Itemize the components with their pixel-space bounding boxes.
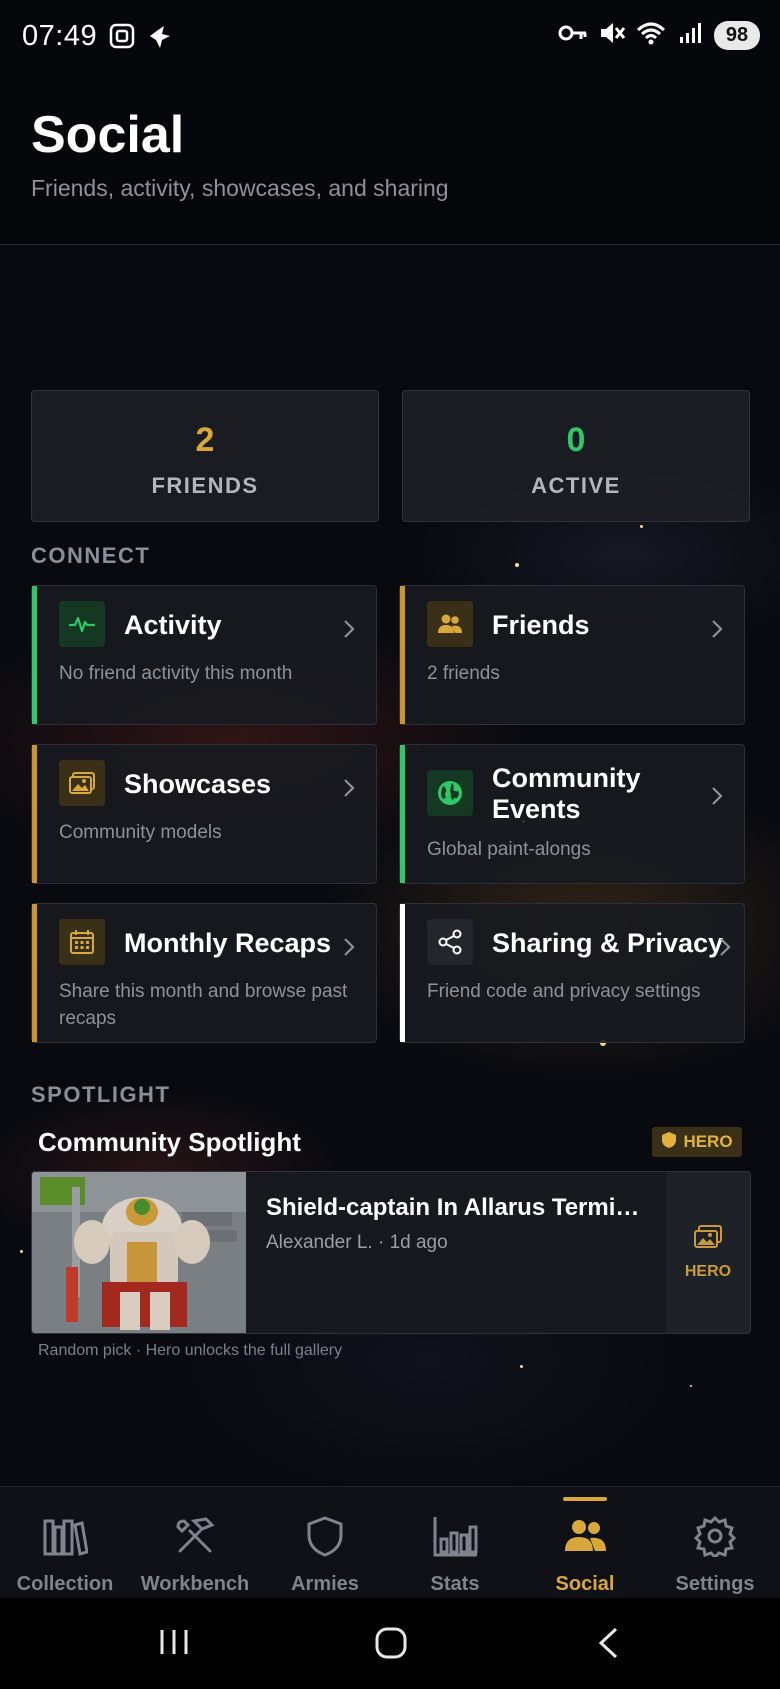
showcases-title: Showcases	[124, 769, 272, 799]
community-events-subtitle: Global paint-alongs	[427, 839, 591, 860]
community-events-title: Community Events	[492, 763, 641, 824]
active-stat-card[interactable]: 0 ACTIVE	[402, 390, 750, 522]
connect-section-label: CONNECT	[31, 543, 151, 568]
chevron-right-icon	[342, 936, 356, 963]
friends-icon	[427, 601, 473, 647]
nav-collection[interactable]: Collection	[0, 1487, 130, 1599]
community-events-card[interactable]: Community Events Global paint-alongs	[399, 744, 745, 884]
status-bar: 07:49 98	[0, 0, 780, 72]
mute-icon	[598, 20, 626, 51]
nav-workbench[interactable]: Workbench	[130, 1487, 260, 1599]
monthly-recaps-title: Monthly Recaps	[124, 928, 332, 958]
sharing-privacy-title: Sharing & Privacy	[492, 928, 724, 958]
sharing-privacy-card[interactable]: Sharing & Privacy Friend code and privac…	[399, 903, 745, 1043]
sharing-privacy-subtitle: Friend code and privacy settings	[427, 981, 701, 1002]
calendar-icon	[59, 919, 105, 965]
chevron-right-icon	[710, 618, 724, 645]
hero-badge: HERO	[652, 1127, 742, 1157]
hero-label: HERO	[684, 1263, 732, 1280]
active-stat-label: ACTIVE	[531, 473, 621, 498]
vpn-key-icon	[558, 22, 588, 49]
friends-count: 2	[195, 421, 215, 459]
nav-social[interactable]: Social	[520, 1487, 650, 1599]
gallery-icon	[693, 1224, 723, 1255]
shield-icon	[260, 1515, 390, 1557]
spotlight-item-meta: Alexander L. · 1d ago	[266, 1232, 448, 1253]
recent-apps-button[interactable]	[158, 1626, 190, 1663]
signal-icon	[678, 21, 704, 50]
wifi-icon	[636, 20, 668, 51]
monthly-recaps-card[interactable]: Monthly Recaps Share this month and brow…	[31, 903, 377, 1043]
friends-title: Friends	[492, 610, 590, 640]
showcases-card[interactable]: Showcases Community models	[31, 744, 377, 884]
friends-stat-label: FRIENDS	[151, 473, 259, 498]
activity-pulse-icon	[59, 601, 105, 647]
spotlight-note: Random pick · Hero unlocks the full gall…	[38, 1342, 343, 1359]
globe-icon	[427, 770, 473, 816]
active-tab-indicator	[563, 1497, 607, 1501]
people-icon	[520, 1515, 650, 1557]
nav-stats[interactable]: Stats	[390, 1487, 520, 1599]
hero-gallery-button[interactable]: HERO	[666, 1172, 750, 1333]
system-navigation-bar	[0, 1598, 780, 1689]
nav-armies[interactable]: Armies	[260, 1487, 390, 1599]
shield-icon	[661, 1131, 677, 1154]
spotlight-model-photo[interactable]	[32, 1172, 246, 1333]
nav-settings[interactable]: Settings	[650, 1487, 780, 1599]
spotlight-item-name[interactable]: Shield-captain In Allarus Termin...	[266, 1194, 646, 1222]
showcases-subtitle: Community models	[59, 822, 222, 843]
gear-icon	[650, 1515, 780, 1557]
friends-stat-card[interactable]: 2 FRIENDS	[31, 390, 379, 522]
chevron-right-icon	[342, 618, 356, 645]
bar-chart-icon	[390, 1515, 520, 1557]
community-spotlight-title: Community Spotlight	[38, 1127, 301, 1157]
tools-icon	[130, 1515, 260, 1557]
activity-subtitle: No friend activity this month	[59, 663, 293, 684]
notification-bird-icon	[146, 22, 174, 55]
chevron-right-icon	[710, 785, 724, 812]
image-icon	[59, 760, 105, 806]
share-icon	[427, 919, 473, 965]
spotlight-section-label: SPOTLIGHT	[31, 1082, 171, 1107]
activity-card[interactable]: Activity No friend activity this month	[31, 585, 377, 725]
friends-subtitle: 2 friends	[427, 663, 500, 684]
status-time: 07:49	[22, 20, 98, 52]
activity-title: Activity	[124, 610, 222, 640]
battery-indicator: 98	[714, 21, 760, 50]
page-header: Social Friends, activity, showcases, and…	[0, 72, 780, 245]
home-button[interactable]	[374, 1626, 408, 1665]
spotlight-item-card[interactable]: Shield-captain In Allarus Termin... Alex…	[31, 1171, 751, 1334]
friends-card[interactable]: Friends 2 friends	[399, 585, 745, 725]
chevron-right-icon	[342, 777, 356, 804]
back-button[interactable]	[596, 1626, 620, 1665]
active-count: 0	[566, 421, 586, 459]
page-title: Social	[31, 106, 185, 164]
monthly-recaps-subtitle: Share this month and browse past recaps	[59, 981, 348, 1029]
bottom-navigation: Collection Workbench Armies Stats Social…	[0, 1486, 780, 1599]
books-icon	[0, 1515, 130, 1557]
screenshot-icon	[108, 22, 136, 55]
chevron-right-icon	[718, 936, 732, 963]
page-subtitle: Friends, activity, showcases, and sharin…	[31, 175, 449, 201]
